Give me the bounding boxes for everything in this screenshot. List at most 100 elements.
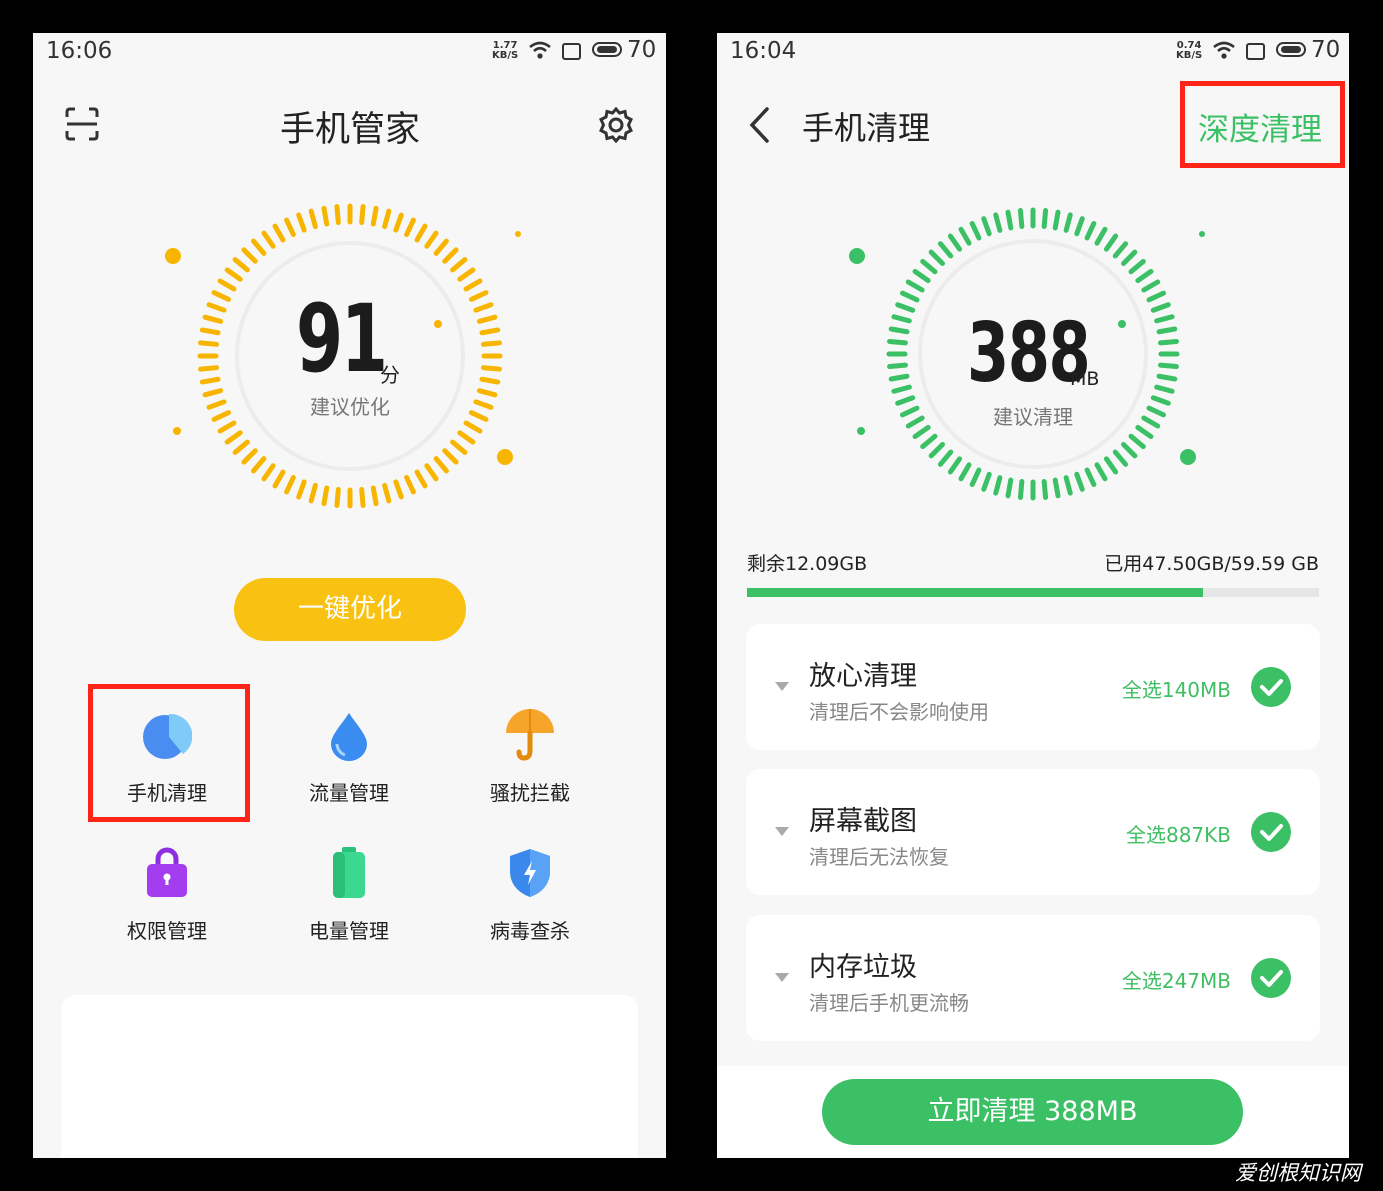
gear-icon[interactable] xyxy=(597,106,635,144)
gauge-tick xyxy=(895,302,916,313)
category-card[interactable]: 屏幕截图 清理后无法恢复 全选887KB xyxy=(746,769,1320,895)
gauge-tick xyxy=(433,238,449,256)
status-time: 16:06 xyxy=(46,38,113,64)
gauge-tick xyxy=(370,205,379,227)
select-all-amount[interactable]: 全选887KB xyxy=(1126,819,1231,848)
storage-usage-bar xyxy=(747,588,1319,597)
gauge-tick xyxy=(251,456,267,474)
select-all-amount[interactable]: 全选247MB xyxy=(1122,965,1231,994)
gauge-tick xyxy=(463,420,483,434)
gauge-tick xyxy=(206,302,227,313)
decor-dot xyxy=(497,449,513,465)
feature-label: 流量管理 xyxy=(309,781,389,805)
lock-bag-icon xyxy=(147,847,187,897)
gauge-tick xyxy=(920,258,938,275)
gauge-tick xyxy=(1052,209,1061,231)
gauge-tick xyxy=(891,384,912,394)
wifi-icon xyxy=(529,41,551,59)
page-title: 手机管家 xyxy=(280,110,421,150)
feature-permissions[interactable]: 权限管理 xyxy=(97,843,237,944)
gauge-tick xyxy=(1074,216,1085,237)
select-all-amount[interactable]: 全选140MB xyxy=(1122,674,1231,703)
category-subtitle: 清理后无法恢复 xyxy=(809,845,949,869)
gauge-tick xyxy=(206,399,227,410)
scan-icon[interactable] xyxy=(64,106,100,142)
gauge-tick xyxy=(969,467,982,488)
check-icon[interactable] xyxy=(1251,958,1291,998)
gauge-tick xyxy=(199,327,221,336)
gauge-tick xyxy=(888,326,910,335)
gauge-tick xyxy=(969,220,982,241)
gauge-tick xyxy=(232,257,250,273)
gauge-tick xyxy=(887,338,908,346)
highlight-box xyxy=(1180,81,1345,168)
feature-virus-scan[interactable]: 病毒查杀 xyxy=(460,843,600,944)
category-card[interactable]: 内存垃圾 清理后手机更流畅 全选247MB xyxy=(746,915,1320,1041)
gauge-tick xyxy=(321,205,330,227)
gauge-tick xyxy=(912,424,931,440)
gauge-tick xyxy=(1103,233,1119,252)
gauge-tick xyxy=(457,430,476,445)
feature-label: 电量管理 xyxy=(309,919,389,943)
expand-caret-icon[interactable] xyxy=(775,973,789,982)
storage-used: 已用47.50GB/59.59 GB xyxy=(1104,553,1319,575)
check-icon[interactable] xyxy=(1251,812,1291,852)
expand-caret-icon[interactable] xyxy=(775,682,789,691)
back-chevron-icon[interactable] xyxy=(747,106,773,144)
gauge-tick xyxy=(1041,479,1049,500)
network-speed: 0.74 KB/S xyxy=(1176,40,1203,61)
gauge-tick xyxy=(1094,226,1108,246)
gauge-tick xyxy=(359,204,366,226)
phone-clean-screen: 16:04 0.74 KB/S 70 手机清理 深度清理 388 MB 建议清理… xyxy=(717,33,1349,1158)
score-value: 91 xyxy=(296,285,388,394)
gauge-tick xyxy=(891,314,912,324)
feature-battery[interactable]: 电量管理 xyxy=(279,843,419,944)
gauge-tick xyxy=(251,238,267,256)
gauge-tick xyxy=(928,442,945,459)
decor-dot xyxy=(1199,231,1205,237)
sim-icon xyxy=(1246,43,1265,60)
gauge-tick xyxy=(1052,477,1061,499)
gauge-tick xyxy=(232,439,250,455)
feature-harassment-block[interactable]: 骚扰拦截 xyxy=(460,705,600,806)
category-card[interactable]: 放心清理 清理后不会影响使用 全选140MB xyxy=(746,624,1320,750)
watermark: 爱创根知识网 xyxy=(1235,1161,1361,1185)
gauge-tick xyxy=(480,365,502,372)
gauge-tick xyxy=(442,247,459,264)
gauge-tick xyxy=(1112,241,1129,259)
feature-data-usage[interactable]: 流量管理 xyxy=(279,705,419,806)
gauge-tick xyxy=(450,439,468,455)
gauge-tick xyxy=(895,395,916,406)
water-drop-icon xyxy=(331,713,367,761)
gauge-tick xyxy=(887,362,908,370)
gauge-tick xyxy=(1154,314,1175,324)
check-icon[interactable] xyxy=(1251,667,1291,707)
status-bar: 16:06 1.77 KB/S 70 xyxy=(33,33,666,69)
decor-dot xyxy=(165,248,181,264)
one-key-optimize-button[interactable]: 一键优化 xyxy=(234,578,466,641)
gauge-tick xyxy=(1141,279,1161,293)
expand-caret-icon[interactable] xyxy=(775,827,789,836)
feature-label: 权限管理 xyxy=(127,919,207,943)
storage-remaining: 剩余12.09GB xyxy=(747,553,868,575)
gauge-tick xyxy=(1150,302,1171,313)
gauge-tick xyxy=(473,399,494,410)
gauge-tick xyxy=(382,208,392,230)
gauge-tick xyxy=(272,223,286,243)
gauge-tick xyxy=(202,314,224,324)
gauge-tick xyxy=(424,230,439,249)
gauge-tick xyxy=(1084,467,1097,488)
gauge-tick xyxy=(1121,442,1138,459)
category-title: 屏幕截图 xyxy=(809,806,917,837)
gauge-tick xyxy=(947,456,963,475)
gauge-tick xyxy=(993,212,1003,233)
gauge-tick xyxy=(199,376,221,385)
gauge-tick xyxy=(457,267,476,282)
status-time: 16:04 xyxy=(730,38,797,64)
gauge-tick xyxy=(198,365,220,372)
clean-now-button[interactable]: 立即清理 388MB xyxy=(822,1079,1243,1145)
gauge-tick xyxy=(241,247,258,264)
gauge-tick xyxy=(414,223,428,243)
gauge-tick xyxy=(1141,415,1161,429)
gauge-tick xyxy=(1156,373,1178,382)
